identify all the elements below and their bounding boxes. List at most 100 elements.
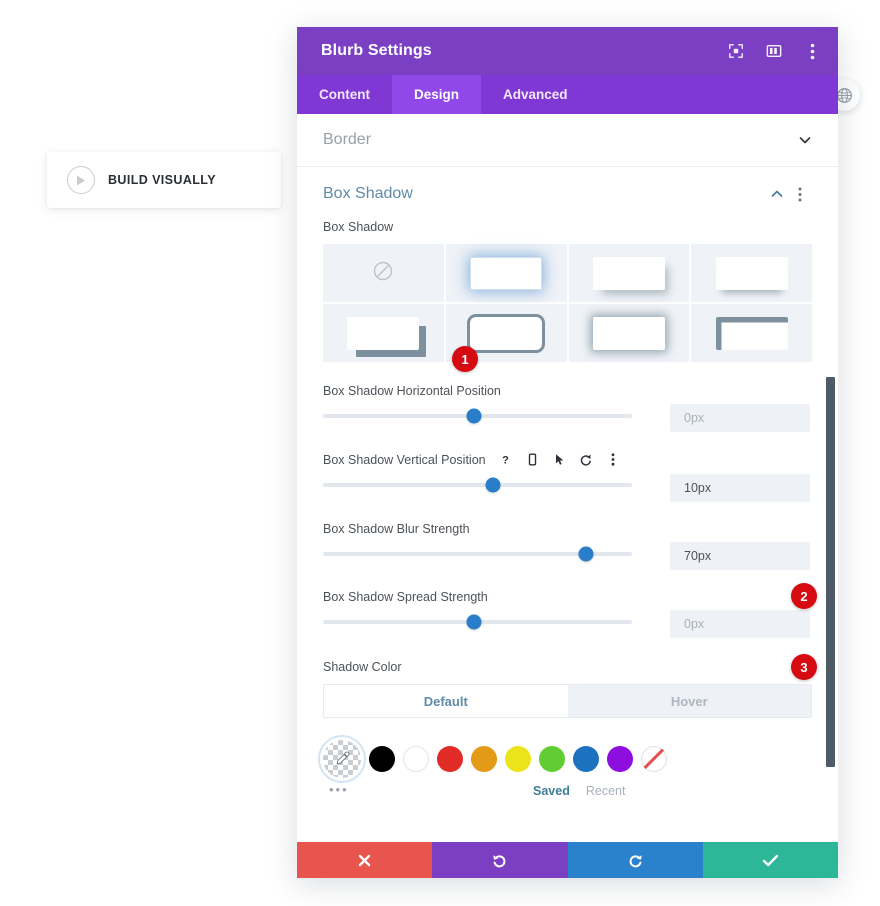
modal-header: Blurb Settings xyxy=(297,27,838,75)
play-circle-icon xyxy=(67,166,95,194)
slider-vertical-position-knob[interactable] xyxy=(485,477,501,493)
swatch-custom-picker[interactable] xyxy=(323,740,361,778)
section-border-icons xyxy=(798,133,812,147)
help-icon[interactable]: ? xyxy=(498,452,513,467)
slider-spread-strength-value-wrap: 0px xyxy=(670,610,810,638)
preset-hard-offset[interactable] xyxy=(323,304,444,362)
preset-blur-all-around[interactable] xyxy=(568,304,690,362)
slider-horizontal-position-input[interactable]: 0px xyxy=(670,404,810,432)
slider-spread-strength-left: Box Shadow Spread Strength xyxy=(323,590,632,630)
modal-body: Border Box Shadow Box Shadow Box Shadow … xyxy=(297,114,838,842)
swatch-purple[interactable] xyxy=(607,746,633,772)
section-border[interactable]: Border xyxy=(297,114,838,167)
slider-horizontal-position-knob[interactable] xyxy=(466,408,482,424)
slider-spread-strength-track[interactable] xyxy=(323,614,632,630)
swatch-white[interactable] xyxy=(403,746,429,772)
annotation-badge-1: 1 xyxy=(452,346,478,372)
shadow-color-label: Shadow Color xyxy=(323,660,402,674)
slider-vertical-position-track[interactable] xyxy=(323,477,632,493)
vertical-scrollbar[interactable] xyxy=(826,377,835,767)
box-shadow-preset-label: Box Shadow xyxy=(323,220,394,234)
slider-spread-strength-label: Box Shadow Spread Strength xyxy=(323,590,488,604)
preset-inset-corner[interactable] xyxy=(691,304,812,362)
section-box-shadow-icons xyxy=(770,187,812,201)
slider-horizontal-position: Box Shadow Horizontal Position 0px xyxy=(323,384,812,432)
redo-button[interactable] xyxy=(567,842,703,878)
page-title: Blurb Settings xyxy=(321,42,432,59)
swatch-green[interactable] xyxy=(539,746,565,772)
blurb-settings-modal: Blurb Settings Content Design Advanced B… xyxy=(297,27,838,878)
slider-horizontal-position-label: Box Shadow Horizontal Position xyxy=(323,384,501,398)
slider-spread-strength-knob[interactable] xyxy=(466,614,482,630)
more-vertical-icon[interactable] xyxy=(802,41,822,61)
slider-vertical-position-label-row: Box Shadow Vertical Position ? xyxy=(323,452,632,467)
state-tab-hover[interactable]: Hover xyxy=(567,685,811,717)
swatch-red[interactable] xyxy=(437,746,463,772)
shadow-color-state-tabs: Default Hover xyxy=(323,684,812,718)
preset-glow[interactable] xyxy=(445,244,567,302)
slider-blur-strength-label: Box Shadow Blur Strength xyxy=(323,522,470,536)
header-icon-group xyxy=(726,41,822,61)
slider-blur-strength: Box Shadow Blur Strength 70px xyxy=(323,522,812,570)
no-shadow-icon xyxy=(372,260,394,287)
preset-soft-bottom[interactable] xyxy=(691,244,812,302)
color-swatch-row: ••• Saved Recent xyxy=(323,740,812,798)
close-icon xyxy=(358,854,371,866)
screen-root: BUILD VISUALLY Blurb Settings Content De… xyxy=(0,0,880,906)
slider-vertical-position-input[interactable]: 10px xyxy=(670,474,810,502)
swatch-transparent[interactable] xyxy=(641,746,667,772)
swatch-blue[interactable] xyxy=(573,746,599,772)
mobile-icon[interactable] xyxy=(525,452,540,467)
tab-design[interactable]: Design xyxy=(392,75,482,114)
section-box-shadow-title: Box Shadow xyxy=(323,184,413,202)
undo-button[interactable] xyxy=(432,842,568,878)
slider-spread-strength-input[interactable]: 0px xyxy=(670,610,810,638)
more-vertical-icon[interactable] xyxy=(798,187,812,201)
slider-horizontal-position-track[interactable] xyxy=(323,408,632,424)
annotation-badge-3: 3 xyxy=(791,654,817,680)
modal-tabs: Content Design Advanced xyxy=(297,75,838,114)
check-icon xyxy=(762,854,779,866)
more-vertical-icon[interactable] xyxy=(606,452,621,467)
swatch-orange[interactable] xyxy=(471,746,497,772)
focus-target-icon[interactable] xyxy=(726,41,746,61)
swatch-black[interactable] xyxy=(369,746,395,772)
annotation-badge-2: 2 xyxy=(791,583,817,609)
reset-icon[interactable] xyxy=(579,452,594,467)
more-colors-button[interactable]: ••• xyxy=(329,782,349,797)
slider-horizontal-position-left: Box Shadow Horizontal Position xyxy=(323,384,632,424)
slider-vertical-position-label: Box Shadow Vertical Position xyxy=(323,452,486,467)
slider-vertical-position-left: Box Shadow Vertical Position ? xyxy=(323,452,632,493)
preset-soft-bottom-right[interactable] xyxy=(568,244,690,302)
slider-blur-strength-track[interactable] xyxy=(323,546,632,562)
section-border-title: Border xyxy=(323,131,372,148)
chevron-down-icon[interactable] xyxy=(798,133,812,147)
redo-icon xyxy=(629,854,642,867)
cursor-icon[interactable] xyxy=(552,452,567,467)
modal-footer xyxy=(297,842,838,878)
chevron-up-icon[interactable] xyxy=(770,187,784,201)
preset-none[interactable] xyxy=(323,244,444,302)
cancel-button[interactable] xyxy=(297,842,433,878)
box-shadow-preset-grid xyxy=(323,244,812,362)
slider-blur-strength-value-wrap: 70px xyxy=(670,542,810,570)
state-tab-default[interactable]: Default xyxy=(324,685,568,717)
save-button[interactable] xyxy=(702,842,838,878)
build-visually-button[interactable]: BUILD VISUALLY xyxy=(47,152,281,208)
undo-icon xyxy=(493,854,506,867)
slider-blur-strength-left: Box Shadow Blur Strength xyxy=(323,522,632,562)
section-box-shadow[interactable]: Box Shadow xyxy=(297,167,838,220)
slider-horizontal-position-value-wrap: 0px xyxy=(670,404,810,432)
slider-blur-strength-knob[interactable] xyxy=(578,546,594,562)
slider-blur-strength-input[interactable]: 70px xyxy=(670,542,810,570)
tab-recent-colors[interactable]: Recent xyxy=(586,784,626,798)
tab-content[interactable]: Content xyxy=(297,75,392,114)
saved-recent-tabs: Saved Recent xyxy=(533,784,625,798)
tab-advanced[interactable]: Advanced xyxy=(481,75,590,114)
svg-text:?: ? xyxy=(502,455,509,467)
slider-vertical-position: Box Shadow Vertical Position ? 10px xyxy=(323,452,812,502)
build-visually-label: BUILD VISUALLY xyxy=(108,173,216,187)
layout-panel-icon[interactable] xyxy=(764,41,784,61)
swatch-yellow[interactable] xyxy=(505,746,531,772)
tab-saved-colors[interactable]: Saved xyxy=(533,784,570,798)
